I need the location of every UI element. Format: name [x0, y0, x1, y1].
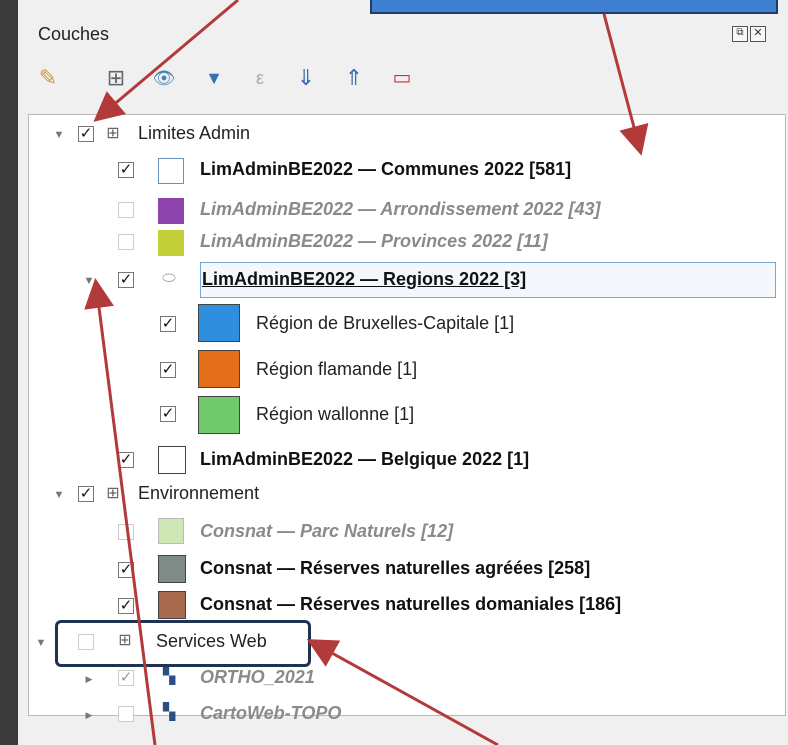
annotation-arrows	[84, 0, 649, 745]
layers-panel: Couches ⧉ ✕ ✎ ⊞ 👁 ▼ ε ⇓ ⇑ ▭ ▼ ✓ ⊞ Limite…	[0, 0, 788, 745]
